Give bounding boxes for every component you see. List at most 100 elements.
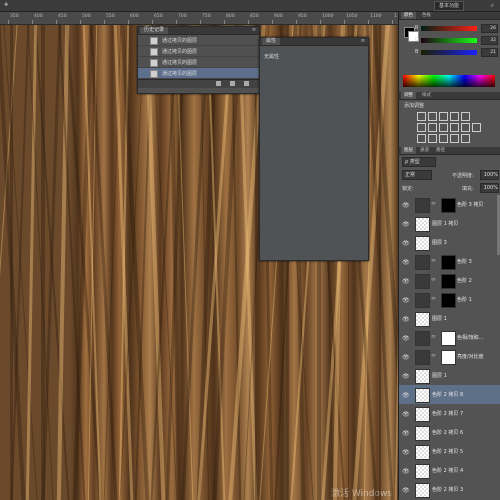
color-balance-icon[interactable]	[428, 123, 437, 132]
black-white-icon[interactable]	[439, 123, 448, 132]
layer-mask-thumbnail[interactable]	[441, 255, 456, 270]
blend-mode-select[interactable]: 正常	[402, 170, 432, 180]
layer-row[interactable]: 👁 ∞ 色相/饱和...	[399, 328, 500, 349]
exposure-icon[interactable]	[450, 112, 459, 121]
options-bar-icon[interactable]: ✚	[4, 2, 8, 8]
channel-mixer-icon[interactable]	[461, 123, 470, 132]
gradient-map-icon[interactable]	[450, 134, 459, 143]
eye-icon[interactable]: 👁	[402, 259, 410, 266]
layer-row[interactable]: 👁 ∞ 色阶 1	[399, 290, 500, 311]
layer-mask-thumbnail[interactable]	[441, 331, 456, 346]
eye-icon[interactable]: 👁	[402, 430, 410, 437]
history-tab[interactable]: 历史记录	[140, 27, 169, 34]
layer-row[interactable]: 👁 色阶 2 拷贝 8	[399, 385, 500, 406]
brightness-icon[interactable]	[417, 112, 426, 121]
slider-b[interactable]: B 21	[415, 48, 498, 57]
trash-icon[interactable]	[244, 81, 249, 86]
slider-value[interactable]: 21	[481, 48, 498, 57]
layer-row[interactable]: 👁 色阶 2 拷贝 5	[399, 442, 500, 463]
eye-icon[interactable]: 👁	[402, 468, 410, 475]
eye-icon[interactable]: 👁	[402, 411, 410, 418]
curves-icon[interactable]	[439, 112, 448, 121]
layer-row[interactable]: 👁 图层 3	[399, 233, 500, 254]
layer-mask-thumbnail[interactable]	[441, 293, 456, 308]
threshold-icon[interactable]	[439, 134, 448, 143]
vibrance-icon[interactable]	[461, 112, 470, 121]
tab-layers[interactable]: 图层	[401, 147, 416, 154]
link-icon[interactable]: ∞	[431, 276, 436, 283]
eye-icon[interactable]: 👁	[402, 335, 410, 342]
new-snapshot-icon[interactable]	[216, 81, 221, 86]
eye-icon[interactable]: 👁	[402, 278, 410, 285]
layer-mask-thumbnail[interactable]	[441, 350, 456, 365]
slider-value[interactable]: 32	[481, 36, 498, 45]
history-state-icon	[150, 59, 158, 67]
link-icon[interactable]: ∞	[431, 352, 436, 359]
workspace-switcher[interactable]: 基本功能	[434, 1, 464, 11]
eye-icon[interactable]: 👁	[402, 392, 410, 399]
eye-icon[interactable]: 👁	[402, 354, 410, 361]
layer-row[interactable]: 👁 ∞ 亮度/对比度	[399, 347, 500, 368]
eye-icon[interactable]: 👁	[402, 221, 410, 228]
hair-strand	[255, 25, 257, 500]
link-icon[interactable]: ∞	[431, 295, 436, 302]
layer-kind-filter[interactable]: ρ 类型	[402, 157, 436, 167]
slider-g[interactable]: G 32	[415, 36, 498, 45]
link-icon[interactable]: ∞	[431, 257, 436, 264]
eye-icon[interactable]: 👁	[402, 316, 410, 323]
levels-icon[interactable]	[428, 112, 437, 121]
history-panel-header[interactable]: 历史记录 ≡	[138, 27, 259, 35]
panel-menu-icon[interactable]: ≡	[252, 27, 256, 33]
layer-row[interactable]: 👁 色阶 2 拷贝 7	[399, 404, 500, 425]
layer-row[interactable]: 👁 色阶 2 拷贝 6	[399, 423, 500, 444]
tab-channels[interactable]: 通道	[417, 147, 432, 154]
layer-thumbnail	[415, 407, 430, 422]
selective-color-icon[interactable]	[461, 134, 470, 143]
tab-paths[interactable]: 路径	[433, 147, 448, 154]
eye-icon[interactable]: 👁	[402, 449, 410, 456]
color-spectrum[interactable]	[403, 75, 495, 87]
eye-icon[interactable]: 👁	[402, 373, 410, 380]
slider-r[interactable]: R 26	[415, 24, 498, 33]
history-item[interactable]: 通过拷贝的图层	[138, 57, 259, 68]
link-icon[interactable]: ∞	[431, 200, 436, 207]
tab-color[interactable]: 颜色	[401, 12, 416, 19]
eye-icon[interactable]: 👁	[402, 297, 410, 304]
properties-tab[interactable]: 属性	[262, 38, 281, 45]
eye-icon[interactable]: 👁	[402, 487, 410, 494]
eye-icon[interactable]: 👁	[402, 240, 410, 247]
tab-styles[interactable]: 样式	[419, 92, 434, 99]
search-icon[interactable]: ⌕	[491, 2, 494, 10]
hue-saturation-icon[interactable]	[417, 123, 426, 132]
tab-swatches[interactable]: 色板	[419, 12, 434, 19]
invert-icon[interactable]	[417, 134, 426, 143]
properties-panel-header[interactable]: 属性 ≡	[260, 38, 368, 46]
opacity-input[interactable]: 100%	[480, 170, 499, 180]
camera-icon[interactable]	[230, 81, 235, 86]
layer-mask-thumbnail[interactable]	[441, 274, 456, 289]
color-lookup-icon[interactable]	[472, 123, 481, 132]
fill-input[interactable]: 100%	[480, 183, 499, 193]
options-bar: ✚ 基本功能 ⌕	[0, 0, 500, 12]
tab-adjustments[interactable]: 调整	[401, 92, 416, 99]
photo-filter-icon[interactable]	[450, 123, 459, 132]
layer-row[interactable]: 👁 图层 1	[399, 309, 500, 330]
layer-row[interactable]: 👁 ∞ 色阶 3 拷贝	[399, 195, 500, 216]
layer-row[interactable]: 👁 图层 1 拷贝	[399, 214, 500, 235]
slider-value[interactable]: 26	[481, 24, 498, 33]
history-item[interactable]: 通过拷贝的图层	[138, 46, 259, 57]
layer-row[interactable]: 👁 图层 1	[399, 366, 500, 387]
link-icon[interactable]: ∞	[431, 333, 436, 340]
panel-menu-icon[interactable]: ≡	[361, 38, 365, 44]
layer-row[interactable]: 👁 色阶 2 拷贝 4	[399, 461, 500, 482]
layer-mask-thumbnail[interactable]	[441, 198, 456, 213]
layer-row[interactable]: 👁 ∞ 色阶 3	[399, 252, 500, 273]
layer-name: 色阶 2 拷贝 8	[432, 392, 464, 398]
layer-row[interactable]: 👁 ∞ 色阶 2	[399, 271, 500, 292]
ruler-tick-mark	[56, 20, 57, 24]
eye-icon[interactable]: 👁	[402, 202, 410, 209]
history-item[interactable]: 通过拷贝的图层	[138, 35, 259, 46]
posterize-icon[interactable]	[428, 134, 437, 143]
history-item[interactable]: 通过拷贝的图层	[138, 68, 259, 79]
layer-row[interactable]: 👁 色阶 2 拷贝 3	[399, 480, 500, 500]
